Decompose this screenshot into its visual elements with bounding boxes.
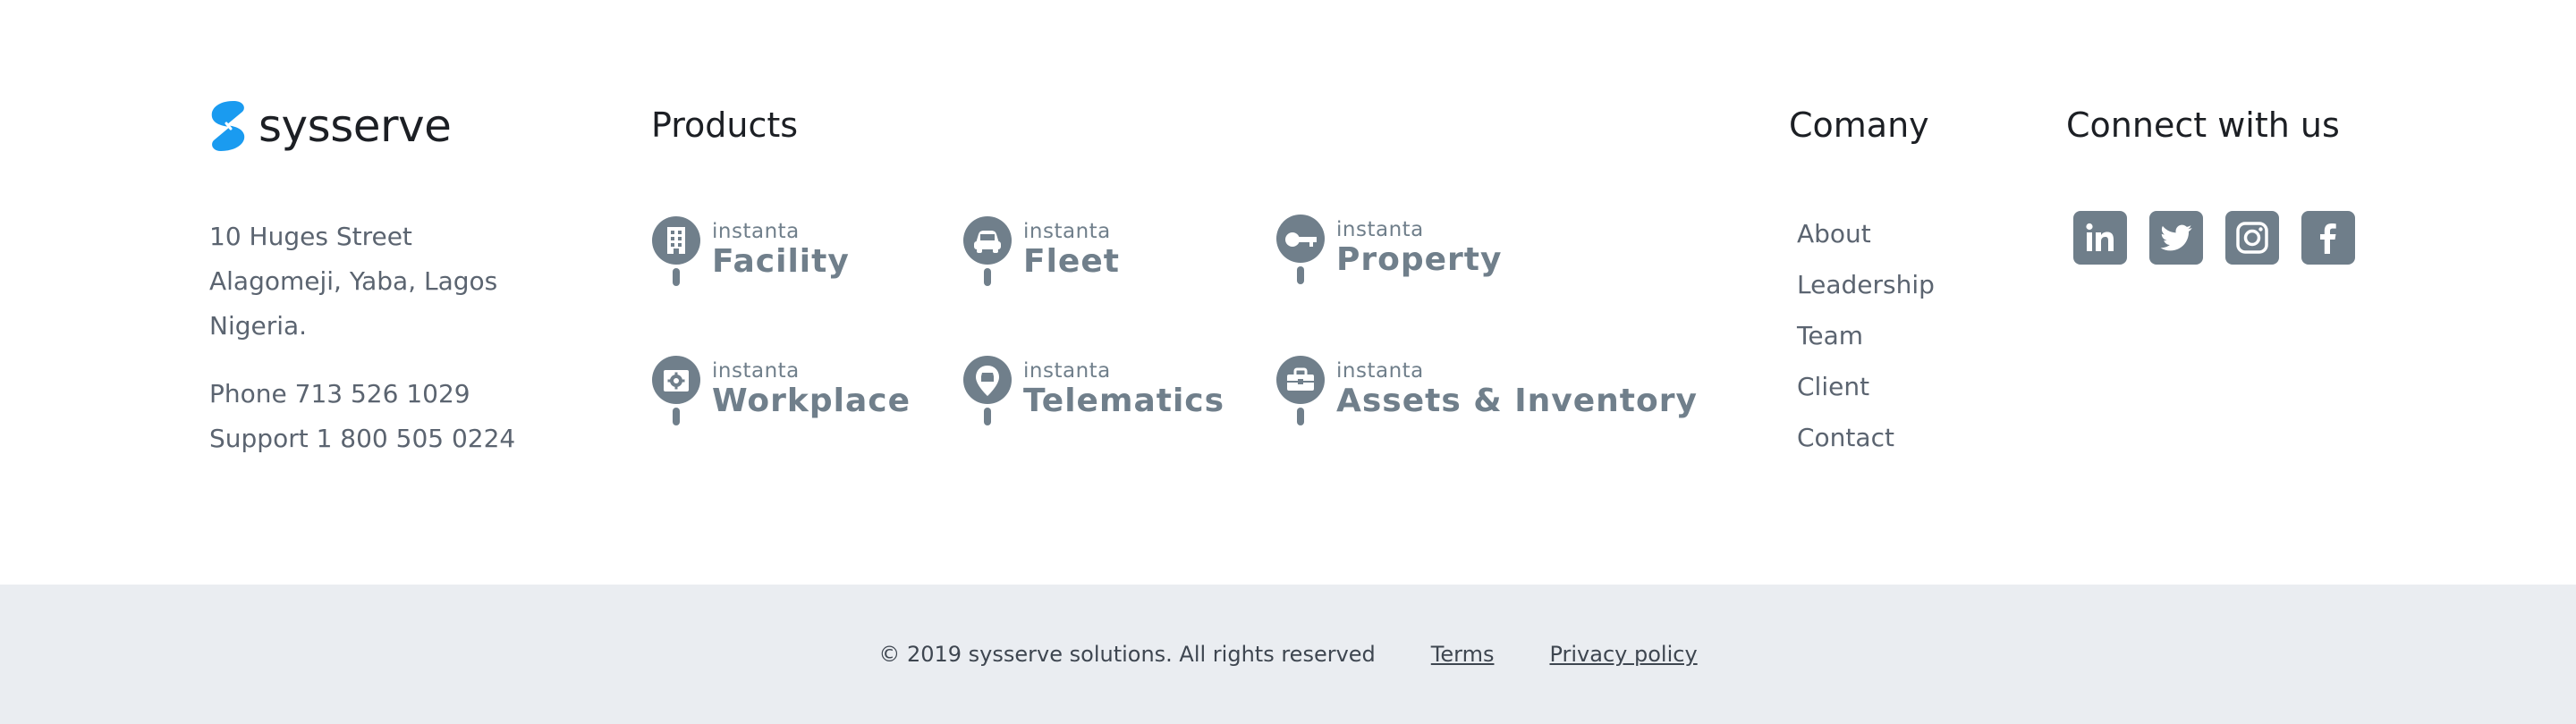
product-assets-inventory[interactable]: instanta Assets & Inventory [1275, 356, 1698, 429]
linkedin-icon [2086, 223, 2114, 251]
product-brand: instanta [712, 220, 800, 243]
product-brand: instanta [1336, 359, 1424, 383]
twitter-button[interactable] [2149, 211, 2203, 265]
company-heading: Comany [1789, 105, 1929, 145]
product-telematics[interactable]: instanta Telematics [962, 356, 1224, 429]
product-name: Fleet [1023, 243, 1120, 280]
address-phone: Phone 713 526 1029 [209, 379, 470, 408]
product-property[interactable]: instanta Property [1275, 215, 1503, 288]
product-facility[interactable]: instanta Facility [651, 216, 850, 290]
product-brand: instanta [1336, 218, 1424, 241]
social-links [2073, 211, 2355, 265]
building-icon [652, 216, 700, 286]
address-street: 10 Huges Street [209, 222, 412, 251]
products-heading: Products [651, 105, 799, 145]
copyright-text: © 2019 sysserve solutions. All rights re… [878, 642, 1376, 667]
address-support: Support 1 800 505 0224 [209, 424, 516, 453]
product-fleet[interactable]: instanta Fleet [962, 216, 1120, 290]
link-about[interactable]: About [1797, 208, 1935, 259]
car-icon [963, 216, 1012, 286]
company-links: About Leadership Team Client Contact [1797, 208, 1935, 463]
privacy-policy-link[interactable]: Privacy policy [1549, 642, 1697, 667]
briefcase-icon [1276, 356, 1325, 425]
link-leadership[interactable]: Leadership [1797, 259, 1935, 310]
product-workplace[interactable]: instanta Workplace [651, 356, 911, 429]
product-brand: instanta [1023, 359, 1111, 383]
twitter-icon [2160, 224, 2192, 251]
product-brand: instanta [712, 359, 800, 383]
address-area: Alagomeji, Yaba, Lagos [209, 266, 498, 296]
product-brand: instanta [1023, 220, 1111, 243]
facebook-icon [2320, 223, 2336, 254]
product-name: Facility [712, 243, 850, 280]
instagram-button[interactable] [2225, 211, 2279, 265]
link-team[interactable]: Team [1797, 310, 1935, 361]
address-block: 10 Huges Street Alagomeji, Yaba, Lagos N… [209, 215, 515, 461]
gear-box-icon [652, 356, 700, 425]
product-name: Workplace [712, 383, 911, 419]
address-country: Nigeria. [209, 311, 308, 341]
link-client[interactable]: Client [1797, 361, 1935, 412]
product-name: Telematics [1023, 383, 1225, 419]
key-icon [1276, 215, 1325, 284]
location-pin-icon [963, 356, 1012, 425]
brand-name: sysserve [258, 100, 452, 152]
instagram-icon [2236, 222, 2268, 254]
sysserve-logo-icon [211, 101, 245, 151]
brand-logo[interactable]: sysserve [207, 97, 452, 155]
footer-bottom-bar: © 2019 sysserve solutions. All rights re… [0, 585, 2576, 724]
product-name: Property [1336, 241, 1503, 278]
linkedin-button[interactable] [2073, 211, 2127, 265]
connect-heading: Connect with us [2066, 105, 2340, 145]
link-contact[interactable]: Contact [1797, 412, 1935, 463]
facebook-button[interactable] [2301, 211, 2355, 265]
product-name: Assets & Inventory [1336, 383, 1698, 419]
footer-main: sysserve 10 Huges Street Alagomeji, Yaba… [0, 0, 2576, 585]
terms-link[interactable]: Terms [1431, 642, 1495, 667]
